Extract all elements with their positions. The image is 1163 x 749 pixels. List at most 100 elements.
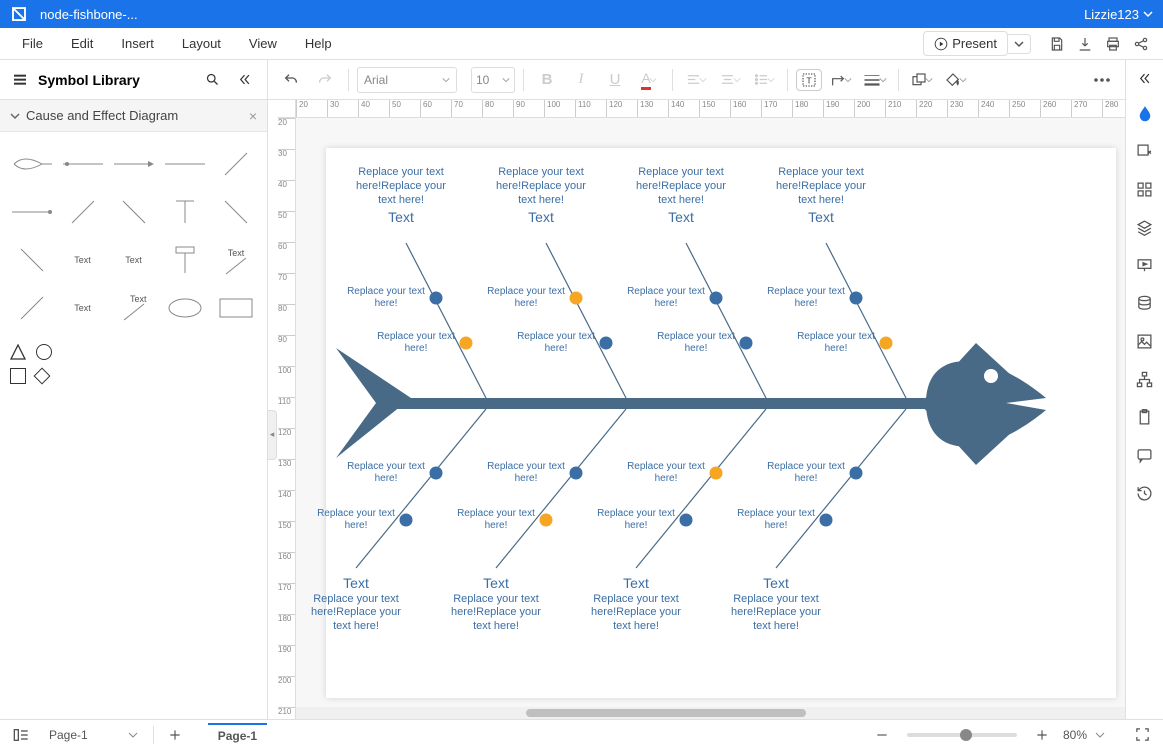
category-label[interactable]: Replace your text here!Replace your text… [626,166,736,227]
cause-label[interactable]: Replace your text here! [736,508,816,532]
cause-node[interactable] [740,337,753,350]
menu-view[interactable]: View [235,30,291,57]
slideshow-panel-button[interactable] [1130,250,1160,280]
cause-label[interactable]: Replace your text here! [376,331,456,355]
shape-tbar-line[interactable] [161,190,208,234]
page-tab[interactable]: Page-1 [208,723,267,747]
text-tool-button[interactable]: T [796,69,822,91]
diagram-page[interactable]: Replace your text here! Replace your text… [326,148,1116,698]
shape-ellipse[interactable] [161,286,208,330]
shape-text-slash[interactable]: Text [212,238,259,282]
menu-edit[interactable]: Edit [57,30,107,57]
save-button[interactable] [1043,30,1071,58]
page-list-button[interactable] [8,722,34,748]
layers-panel-button[interactable] [1130,212,1160,242]
fill-button[interactable] [941,65,971,95]
shape-square[interactable] [10,368,26,384]
category-label[interactable]: Replace your text here!Replace your text… [346,166,456,227]
shape-line-dot[interactable] [8,190,55,234]
shape-line[interactable] [161,142,208,186]
connector-button[interactable] [826,65,856,95]
grid-panel-button[interactable] [1130,174,1160,204]
shape-spine[interactable] [59,142,106,186]
cause-node[interactable] [460,337,473,350]
print-button[interactable] [1099,30,1127,58]
scrollbar-thumb[interactable] [526,709,806,717]
menu-help[interactable]: Help [291,30,346,57]
user-menu[interactable]: Lizzie123 [1084,7,1153,22]
clipboard-panel-button[interactable] [1130,402,1160,432]
arrange-button[interactable] [907,65,937,95]
export-button[interactable] [1071,30,1099,58]
cause-node[interactable] [850,292,863,305]
shape-text-diag[interactable]: Text [110,286,157,330]
italic-button[interactable]: I [566,65,596,95]
zoom-out-button[interactable] [869,722,895,748]
category-label[interactable]: TextReplace your text here!Replace your … [441,573,551,634]
shape-diag-line-3[interactable] [110,190,157,234]
library-collapse-button[interactable] [233,69,255,91]
chevron-down-icon[interactable] [1095,730,1105,740]
cause-node[interactable] [430,292,443,305]
category-close-button[interactable]: × [249,108,257,124]
shape-text-1[interactable]: Text [59,238,106,282]
cause-label[interactable]: Replace your text here! [596,508,676,532]
sidebar-collapse-handle[interactable]: ◂ [267,410,277,460]
cause-label[interactable]: Replace your text here! [626,461,706,485]
category-label[interactable]: TextReplace your text here!Replace your … [721,573,831,634]
present-dropdown[interactable] [1008,34,1031,54]
cause-node[interactable] [710,292,723,305]
underline-button[interactable]: U [600,65,630,95]
font-color-button[interactable]: A [634,65,664,95]
cause-node[interactable] [850,467,863,480]
share-button[interactable] [1127,30,1155,58]
canvas-scroll[interactable]: Replace your text here! Replace your text… [296,118,1125,707]
font-family-select[interactable]: Arial [357,67,457,93]
shape-text-3[interactable]: Text [59,286,106,330]
image-panel-button[interactable] [1130,136,1160,166]
menu-layout[interactable]: Layout [168,30,235,57]
category-label[interactable]: Replace your text here!Replace your text… [766,166,876,227]
cause-label[interactable]: Replace your text here! [796,331,876,355]
bold-button[interactable]: B [532,65,562,95]
shape-rect-line[interactable] [161,238,208,282]
zoom-slider-thumb[interactable] [960,729,972,741]
shape-diag-line-2[interactable] [59,190,106,234]
cause-node[interactable] [540,514,553,527]
cause-label[interactable]: Replace your text here! [486,286,566,310]
cause-label[interactable]: Replace your text here! [316,508,396,532]
category-label[interactable]: TextReplace your text here!Replace your … [581,573,691,634]
shape-arrow[interactable] [110,142,157,186]
cause-node[interactable] [570,467,583,480]
toolbar-more-button[interactable] [1087,65,1117,95]
cause-label[interactable]: Replace your text here! [656,331,736,355]
shape-diag-line-6[interactable] [8,286,55,330]
shape-diag-line-5[interactable] [8,238,55,282]
align-h-button[interactable] [681,65,711,95]
cause-label[interactable]: Replace your text here! [766,286,846,310]
library-search-button[interactable] [201,69,223,91]
shape-diamond[interactable] [34,368,51,385]
add-page-button[interactable] [162,722,188,748]
cause-node[interactable] [400,514,413,527]
comment-panel-button[interactable] [1130,440,1160,470]
cause-label[interactable]: Replace your text here! [516,331,596,355]
shape-triangle[interactable] [10,344,26,360]
category-label[interactable]: TextReplace your text here!Replace your … [301,573,411,634]
cause-node[interactable] [600,337,613,350]
theme-panel-button[interactable] [1130,98,1160,128]
cause-label[interactable]: Replace your text here! [346,286,426,310]
zoom-slider[interactable] [907,733,1017,737]
cause-node[interactable] [430,467,443,480]
fullscreen-button[interactable] [1129,722,1155,748]
zoom-in-button[interactable] [1029,722,1055,748]
shape-circle[interactable] [36,344,52,360]
font-size-select[interactable]: 10 [471,67,515,93]
cause-label[interactable]: Replace your text here! [626,286,706,310]
history-panel-button[interactable] [1130,478,1160,508]
cause-node[interactable] [710,467,723,480]
category-label[interactable]: Replace your text here!Replace your text… [486,166,596,227]
line-style-button[interactable] [860,65,890,95]
tree-panel-button[interactable] [1130,364,1160,394]
bullets-button[interactable] [749,65,779,95]
